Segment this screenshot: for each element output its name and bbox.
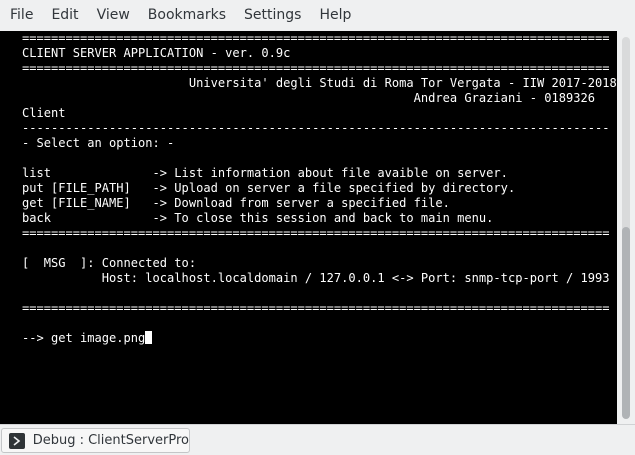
session-tab[interactable]: Debug : ClientServerPro xyxy=(1,428,190,453)
terminal-line: put [FILE_PATH] -> Upload on server a fi… xyxy=(22,181,516,195)
terminal-text: ========================================… xyxy=(22,31,617,346)
terminal-output[interactable]: ========================================… xyxy=(0,31,617,424)
terminal-line: Client xyxy=(22,106,66,120)
menu-view[interactable]: View xyxy=(88,0,139,31)
terminal-line: Universita' degli Studi di Roma Tor Verg… xyxy=(22,76,617,90)
menu-settings[interactable]: Settings xyxy=(235,0,310,31)
terminal-prompt-line: --> get image.png xyxy=(22,331,146,345)
scrollbar-thumb[interactable] xyxy=(622,227,630,419)
session-tab-bar: Debug : ClientServerPro xyxy=(0,424,635,455)
session-tab-label: Debug : ClientServerPro xyxy=(32,433,189,448)
terminal-line: ========================================… xyxy=(22,301,610,315)
terminal-line: ========================================… xyxy=(22,226,610,240)
menu-bar: File Edit View Bookmarks Settings Help xyxy=(0,0,635,31)
terminal-line: Andrea Graziani - 0189326 xyxy=(22,91,595,105)
terminal-line: [ MSG ]: Connected to: xyxy=(22,256,197,270)
terminal-line: ========================================… xyxy=(22,61,610,75)
terminal-cursor xyxy=(145,331,153,344)
terminal-line: CLIENT SERVER APPLICATION - ver. 0.9c xyxy=(22,46,291,60)
terminal-scrollbar[interactable] xyxy=(617,31,635,424)
menu-file[interactable]: File xyxy=(0,0,42,31)
menu-bookmarks[interactable]: Bookmarks xyxy=(139,0,235,31)
terminal-line: get [FILE_NAME] -> Download from server … xyxy=(22,196,450,210)
menu-edit[interactable]: Edit xyxy=(42,0,87,31)
terminal-line: back -> To close this session and back t… xyxy=(22,211,494,225)
terminal-line: ----------------------------------------… xyxy=(22,121,610,135)
terminal-icon xyxy=(9,432,25,449)
menu-help[interactable]: Help xyxy=(310,0,360,31)
terminal-line: Host: localhost.localdomain / 127.0.0.1 … xyxy=(22,271,610,285)
terminal-line: ========================================… xyxy=(22,31,610,45)
terminal-line: - Select an option: - xyxy=(22,136,175,150)
terminal-line: list -> List information about file avai… xyxy=(22,166,508,180)
